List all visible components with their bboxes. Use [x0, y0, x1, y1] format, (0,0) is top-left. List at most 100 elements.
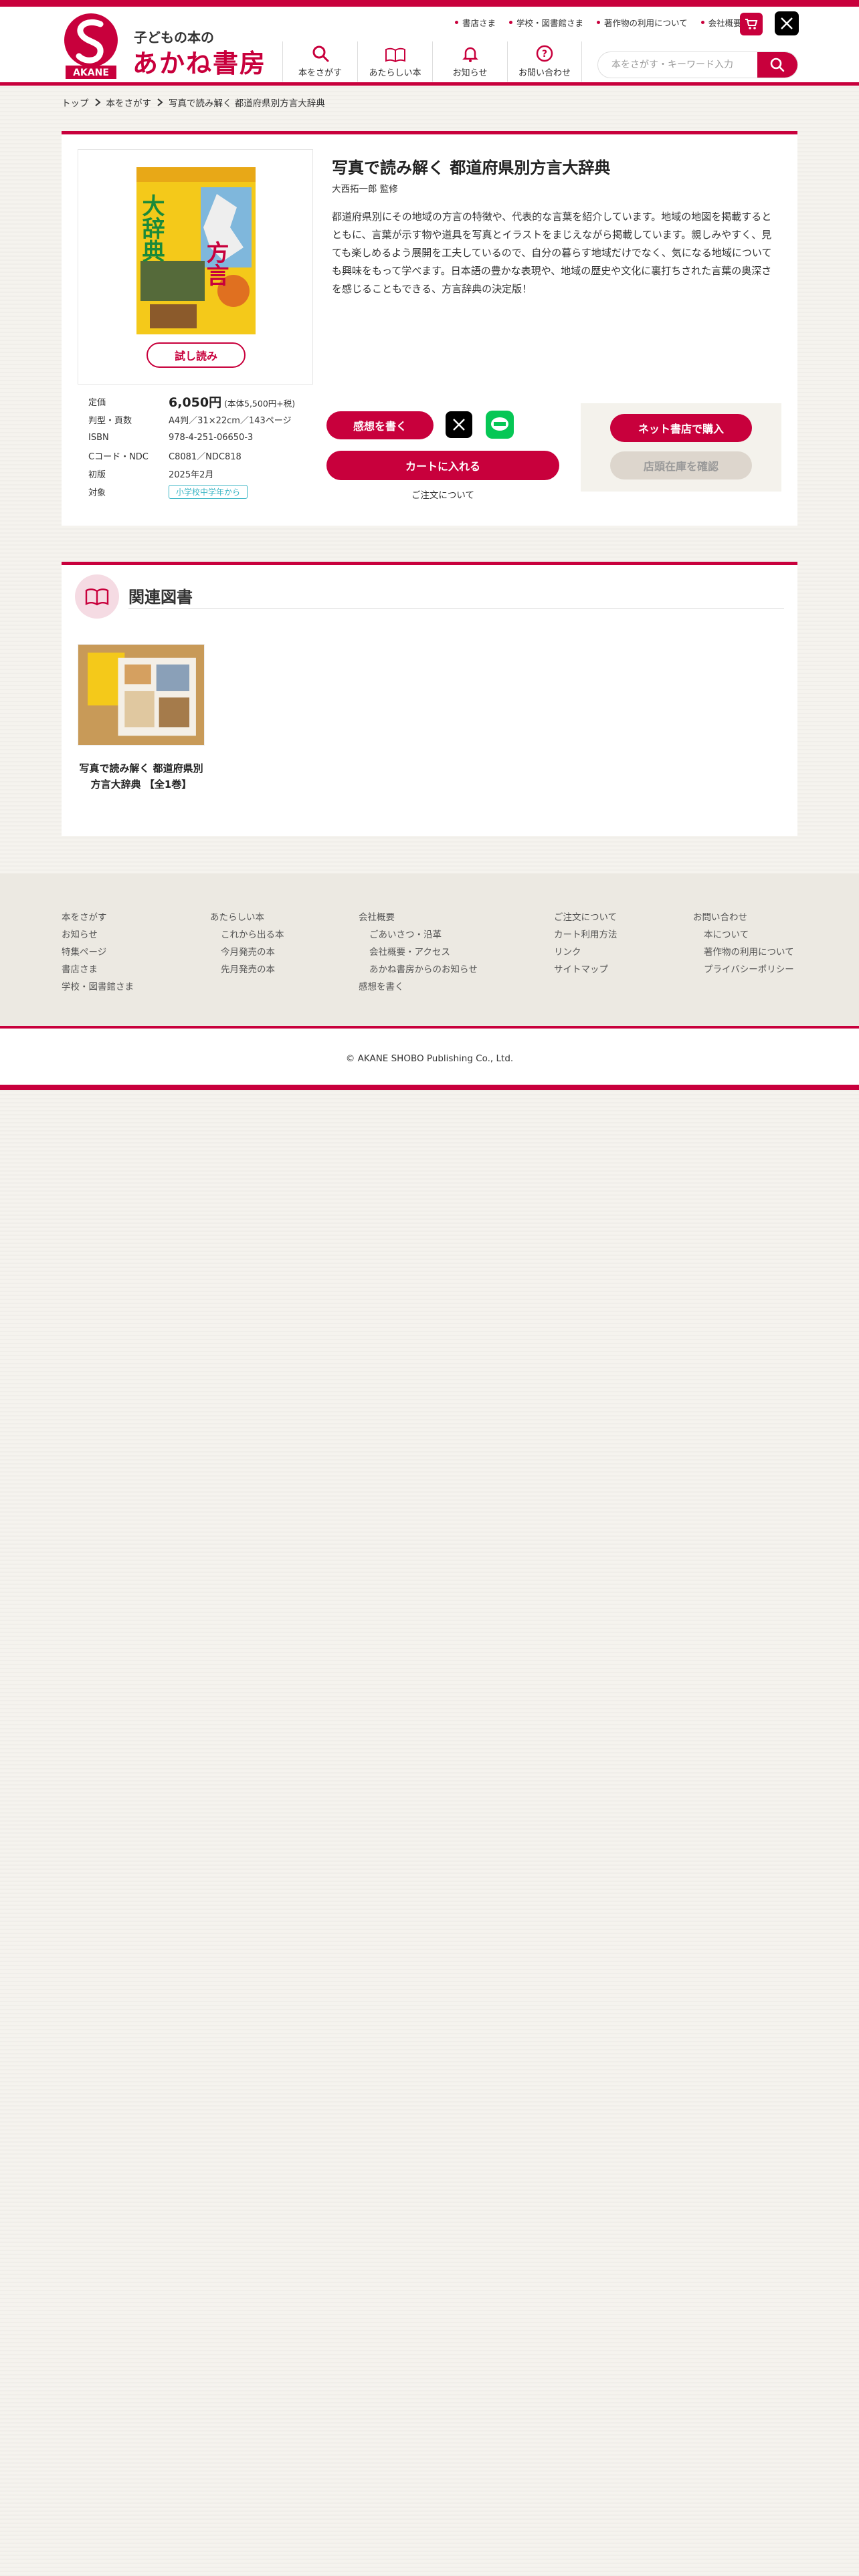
footer-sublink[interactable]: ごあいさつ・沿革 [359, 927, 478, 944]
spec-key: Cコード・NDC [88, 452, 149, 462]
line-logo-icon [491, 417, 508, 431]
footer-col-1: 本をさがす お知らせ 特集ページ 書店さま 学校・図書館さま [62, 909, 134, 996]
global-nav: 本をさがす あたらしい本 お知らせ ? お問い合わせ [282, 41, 582, 82]
book-author: 大西拓一郎 監修 [332, 184, 398, 195]
util-link-bookstore[interactable]: 書店さま [455, 16, 496, 29]
footer-sublink[interactable]: これから出る本 [210, 927, 284, 944]
cart-button[interactable] [740, 13, 763, 35]
footer-link[interactable]: 感想を書く [359, 979, 478, 996]
site-footer: 本をさがす お知らせ 特集ページ 書店さま 学校・図書館さま あたらしい本 これ… [0, 873, 859, 1027]
util-link-company[interactable]: 会社概要 [701, 16, 742, 29]
share-line-button[interactable] [486, 411, 514, 439]
cart-icon [745, 19, 758, 29]
footer-link[interactable]: ご注文について [554, 909, 617, 927]
gnav-new-books[interactable]: あたらしい本 [357, 41, 432, 82]
footer-sublink[interactable]: 著作物の利用について [693, 944, 794, 962]
search-submit-button[interactable] [757, 52, 797, 78]
chevron-right-icon [157, 98, 163, 106]
breadcrumb: トップ 本をさがす 写真で読み解く 都道府県別方言大辞典 [62, 96, 325, 109]
write-review-button[interactable]: 感想を書く [326, 411, 434, 439]
x-logo-icon [453, 419, 465, 431]
book-cover-image[interactable]: 方言 大辞典 [136, 167, 256, 334]
util-link-copyright[interactable]: 著作物の利用について [597, 16, 688, 29]
cover-frame: 方言 大辞典 試し読み [78, 149, 313, 385]
book-open-icon [75, 574, 119, 619]
spec-key: 初版 [88, 470, 106, 480]
footer-sublink[interactable]: あかね書房からのお知らせ [359, 962, 478, 979]
related-book-thumbnail[interactable] [78, 644, 205, 746]
spec-row-size: 判型・頁数 A4判／31×22cm／143ページ [88, 411, 313, 429]
spec-row-first-edition: 初版 2025年2月 [88, 465, 313, 483]
footer-col-2: あたらしい本 これから出る本 今月発売の本 先月発売の本 [210, 909, 284, 979]
bottom-accent-bar [0, 1085, 859, 1090]
gnav-search-books[interactable]: 本をさがす [282, 41, 357, 82]
share-x-button[interactable] [446, 411, 472, 438]
gnav-label: お問い合わせ [518, 68, 571, 78]
footer-link[interactable]: 学校・図書館さま [62, 979, 134, 996]
spec-key: 定価 [88, 398, 106, 408]
price-value: 6,050円 [169, 395, 222, 410]
footer-sublink[interactable]: 本について [693, 927, 794, 944]
chevron-right-icon [94, 98, 101, 106]
akane-logo-mark: AKANE [64, 13, 118, 79]
gnav-label: 本をさがす [298, 68, 342, 78]
x-link-button[interactable] [775, 11, 799, 35]
gnav-news[interactable]: お知らせ [432, 41, 507, 82]
spec-key: 判型・頁数 [88, 416, 132, 426]
search-input[interactable] [598, 52, 759, 78]
site-header: AKANE 子どもの本の あかね書房 書店さま 学校・図書館さま 著作物の利用に… [0, 7, 859, 86]
footer-link[interactable]: あたらしい本 [210, 909, 284, 927]
breadcrumb-search[interactable]: 本をさがす [106, 96, 152, 109]
svg-text:?: ? [542, 49, 547, 60]
footer-link[interactable]: 特集ページ [62, 944, 134, 962]
purchase-box: ネット書店で購入 店頭在庫を確認 [581, 403, 781, 492]
util-link-school-library[interactable]: 学校・図書館さま [509, 16, 583, 29]
utility-nav: 書店さま 学校・図書館さま 著作物の利用について 会社概要 [455, 16, 742, 29]
spec-key: 対象 [88, 488, 106, 498]
order-info-link[interactable]: ご注文について [326, 488, 559, 501]
spec-value: 2025年2月 [169, 470, 214, 480]
check-store-stock-button[interactable]: 店頭在庫を確認 [610, 451, 752, 479]
footer-link[interactable]: カート利用方法 [554, 927, 617, 944]
footer-link[interactable]: リンク [554, 944, 617, 962]
gnav-contact[interactable]: ? お問い合わせ [507, 41, 582, 82]
footer-link[interactable]: お問い合わせ [693, 909, 794, 927]
footer-sublink[interactable]: プライバシーポリシー [693, 962, 794, 979]
related-heading: 関連図書 [128, 588, 193, 607]
breadcrumb-top[interactable]: トップ [62, 96, 89, 109]
footer-link[interactable]: サイトマップ [554, 962, 617, 979]
spec-row-ccode: Cコード・NDC C8081／NDC818 [88, 447, 313, 465]
add-to-cart-button[interactable]: カートに入れる [326, 451, 559, 480]
buy-online-button[interactable]: ネット書店で購入 [610, 414, 752, 442]
cover-text-left: 大辞典 [138, 194, 165, 262]
spec-row-target: 対象 小学校中学年から [88, 483, 313, 501]
footer-sublink[interactable]: 会社概要・アクセス [359, 944, 478, 962]
question-icon: ? [536, 45, 553, 62]
target-age-tag[interactable]: 小学校中学年から [169, 485, 248, 499]
footer-col-5: お問い合わせ 本について 著作物の利用について プライバシーポリシー [693, 909, 794, 979]
site-logo[interactable]: AKANE 子どもの本の あかね書房 [60, 12, 288, 79]
x-logo-icon [781, 17, 793, 29]
footer-col-3: 会社概要 ごあいさつ・沿革 会社概要・アクセス あかね書房からのお知らせ 感想を… [359, 909, 478, 996]
footer-col-4: ご注文について カート利用方法 リンク サイトマップ [554, 909, 617, 979]
related-book-title[interactable]: 写真で読み解く 都道府県別方言大辞典 【全1巻】 [78, 760, 205, 792]
footer-sublink[interactable]: 先月発売の本 [210, 962, 284, 979]
try-read-button[interactable]: 試し読み [147, 342, 246, 368]
footer-sublink[interactable]: 今月発売の本 [210, 944, 284, 962]
logo-name: あかね書房 [132, 49, 267, 78]
spec-value: 978-4-251-06650-3 [169, 433, 254, 443]
spec-row-isbn: ISBN 978-4-251-06650-3 [88, 429, 313, 447]
footer-link[interactable]: 書店さま [62, 962, 134, 979]
price-tax: (本体5,500円+税) [224, 399, 296, 409]
search-icon [312, 45, 328, 62]
new-book-icon [385, 47, 405, 63]
search-icon [770, 58, 785, 72]
book-detail-card: 方言 大辞典 試し読み 定価 6,050円 (本体5,500円+税) 判型・頁数 … [62, 131, 797, 526]
search-box [597, 51, 798, 78]
footer-link[interactable]: 会社概要 [359, 909, 478, 927]
spec-value: C8081／NDC818 [169, 452, 242, 462]
book-title: 写真で読み解く 都道府県別方言大辞典 [332, 158, 611, 177]
book-description: 都道府県別にその地域の方言の特徴や、代表的な言葉を紹介しています。地域の地図を掲… [332, 211, 772, 295]
footer-link[interactable]: お知らせ [62, 927, 134, 944]
footer-link[interactable]: 本をさがす [62, 909, 134, 927]
